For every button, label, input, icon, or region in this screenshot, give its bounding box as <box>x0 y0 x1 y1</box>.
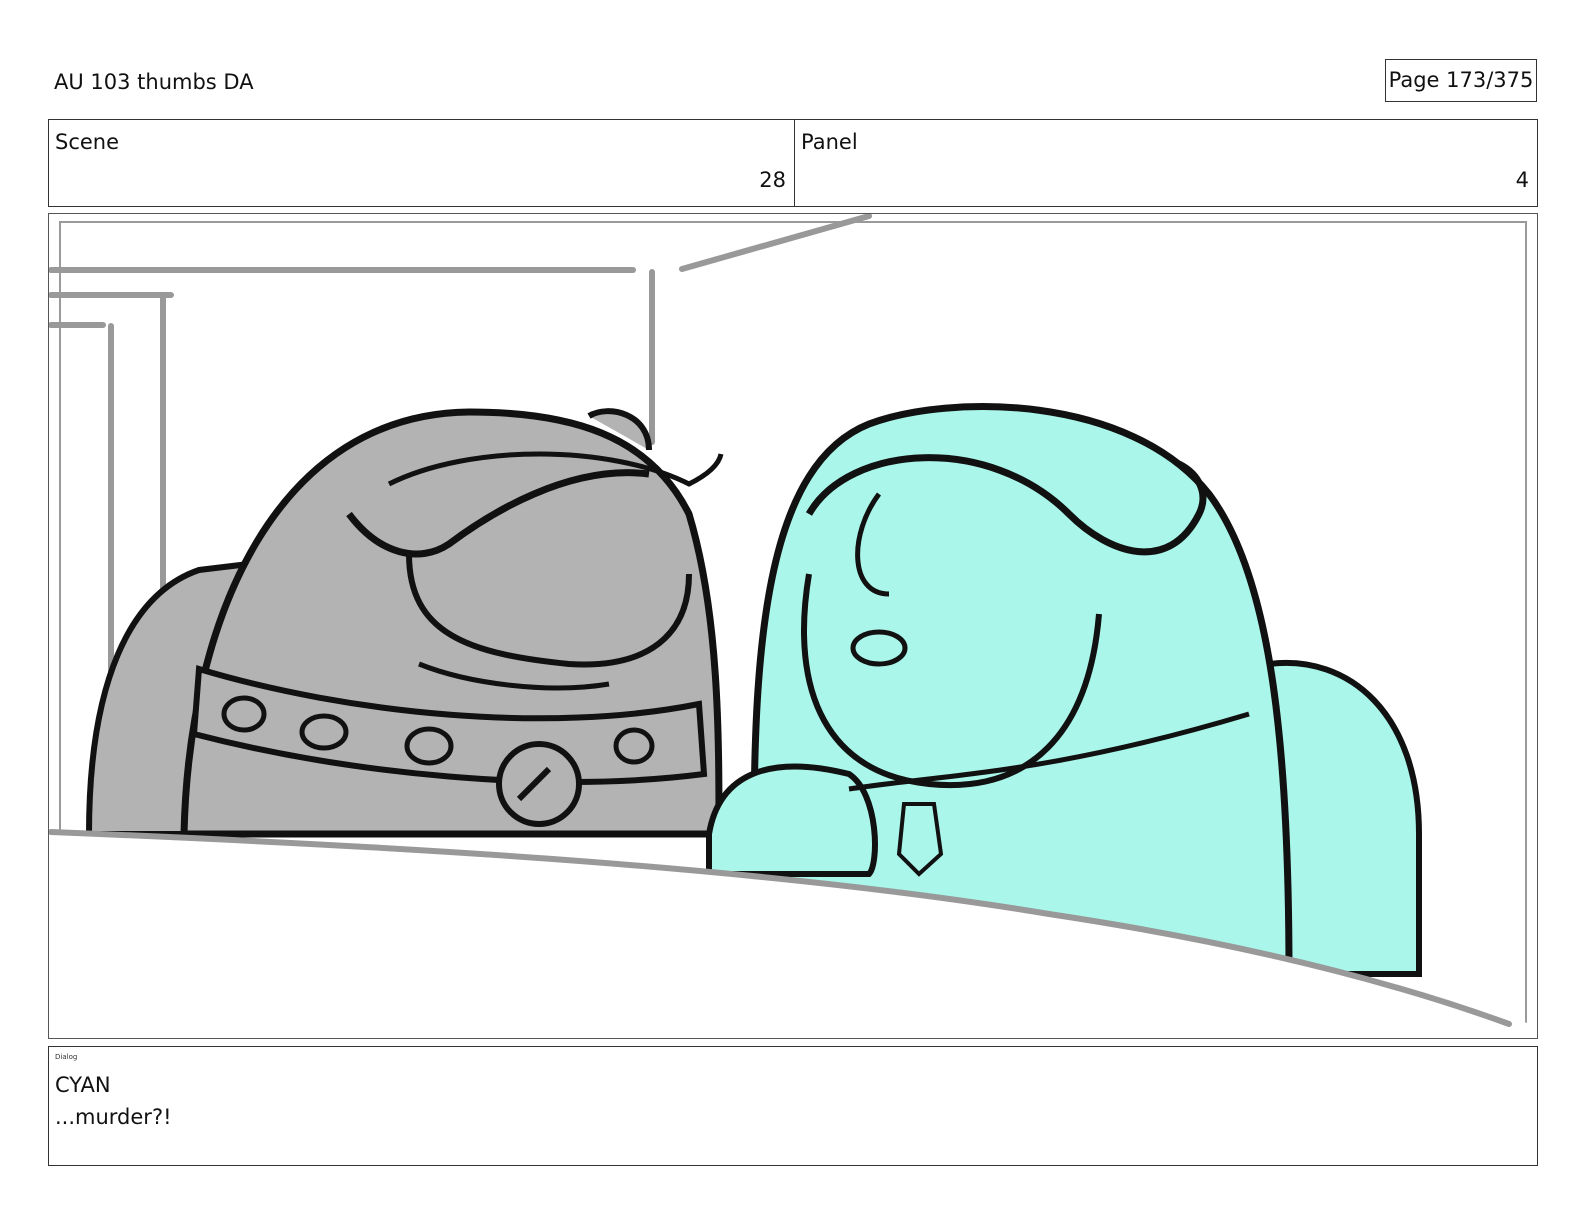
cyan-character-hand <box>706 763 878 877</box>
scene-label: Scene <box>55 130 120 154</box>
document-title: AU 103 thumbs DA <box>54 70 254 94</box>
scene-panel-info: Scene 28 Panel 4 <box>48 119 1538 207</box>
dialog-label: Dialog <box>55 1053 78 1061</box>
dialog-line: ...murder?! <box>55 1105 172 1129</box>
dialog-speaker: CYAN <box>55 1073 111 1097</box>
collar-bell-icon <box>496 741 582 827</box>
panel-cell: Panel 4 <box>795 120 1537 206</box>
grey-character <box>85 408 724 838</box>
scene-cell: Scene 28 <box>49 120 795 206</box>
scene-number: 28 <box>759 168 786 192</box>
panel-number: 4 <box>1515 168 1529 192</box>
dialog-box: Dialog CYAN ...murder?! <box>48 1046 1538 1166</box>
storyboard-drawing <box>49 214 1537 1038</box>
page-indicator: Page 173/375 <box>1385 59 1537 102</box>
panel-label: Panel <box>801 130 858 154</box>
